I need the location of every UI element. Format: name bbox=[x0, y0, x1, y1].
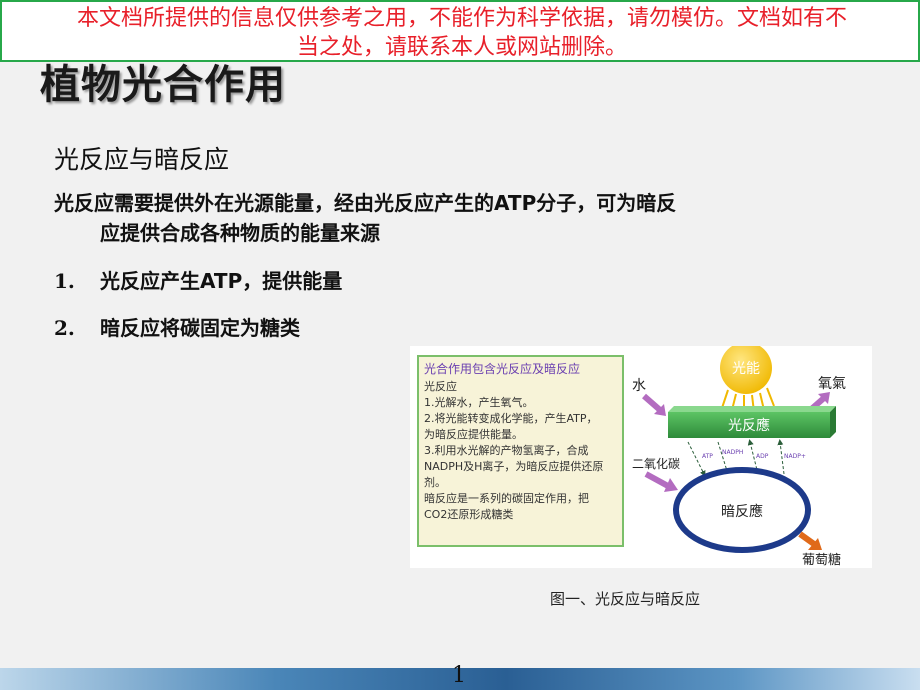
exchange-label: NADPH bbox=[722, 449, 743, 456]
glucose-label: 葡萄糖 bbox=[802, 552, 841, 568]
list-text: 暗反应将碳固定为糖类 bbox=[100, 316, 300, 340]
sun-label: 光能 bbox=[732, 361, 760, 377]
oxygen-label: 氧氣 bbox=[818, 376, 846, 392]
intro-line-2: 应提供合成各种物质的能量来源 bbox=[100, 221, 380, 245]
glucose-arrow bbox=[798, 531, 816, 547]
co2-label: 二氧化碳 bbox=[632, 457, 680, 471]
water-arrow bbox=[642, 393, 662, 413]
info-box-title: 光合作用包含光反应及暗反应 bbox=[424, 361, 580, 376]
disclaimer-line-1: 本文档所提供的信息仅供参考之用，不能作为科学依据，请勿模仿。文档如有不 bbox=[76, 6, 847, 31]
info-line: 1.光解水，产生氧气。 bbox=[424, 395, 534, 409]
section-subtitle: 光反应与暗反应 bbox=[54, 145, 230, 174]
exchange-label: NADP+ bbox=[784, 453, 806, 460]
list-number: 1. bbox=[54, 269, 75, 293]
photosynthesis-figure: 光合作用包含光反应及暗反应 光反应 1.光解水，产生氧气。 2.将光能转变成化学… bbox=[410, 342, 872, 568]
dark-reaction-cycle: 暗反應 bbox=[673, 467, 811, 553]
exchange-label: ADP bbox=[756, 453, 769, 460]
list-item: 1. 光反应产生ATP，提供能量 bbox=[54, 265, 342, 294]
list-number: 2. bbox=[54, 316, 75, 340]
sun-icon: 光能 bbox=[720, 342, 775, 413]
info-line: 暗反应是一系列的碳固定作用，把 bbox=[424, 491, 589, 505]
water-label: 水 bbox=[632, 378, 646, 394]
dark-reaction-label: 暗反應 bbox=[721, 503, 763, 520]
exchange-label: ATP bbox=[702, 453, 713, 460]
list-text: 光反应产生ATP，提供能量 bbox=[100, 269, 343, 293]
info-line: CO2还原形成糖类 bbox=[424, 507, 513, 521]
photosynthesis-diagram: 光合作用包含光反应及暗反应 光反应 1.光解水，产生氧气。 2.将光能转变成化学… bbox=[417, 342, 846, 568]
intro-paragraph: 光反应需要提供外在光源能量，经由光反应产生的ATP分子，可为暗反 应提供合成各种… bbox=[54, 188, 874, 248]
info-line: 为暗反应提供能量。 bbox=[424, 427, 523, 441]
page-number: 1 bbox=[452, 663, 466, 688]
info-line: 剂。 bbox=[424, 475, 446, 489]
light-reaction-label: 光反應 bbox=[728, 417, 770, 434]
info-line: 光反应 bbox=[424, 379, 457, 393]
info-line: NADPH及H离子，为暗反应提供还原 bbox=[424, 459, 603, 473]
figure-caption: 图一、光反应与暗反应 bbox=[550, 590, 701, 608]
light-reaction-block: 光反應 bbox=[668, 406, 836, 438]
co2-arrow bbox=[644, 471, 670, 489]
slide-title: 植物光合作用 bbox=[40, 62, 286, 108]
list-item: 2. 暗反应将碳固定为糖类 bbox=[54, 312, 300, 341]
info-line: 3.利用水光解的产物氢离子，合成 bbox=[424, 443, 589, 457]
info-line: 2.将光能转变成化学能，产生ATP， bbox=[424, 411, 598, 425]
intro-line-1: 光反应需要提供外在光源能量，经由光反应产生的ATP分子，可为暗反 bbox=[54, 191, 677, 215]
